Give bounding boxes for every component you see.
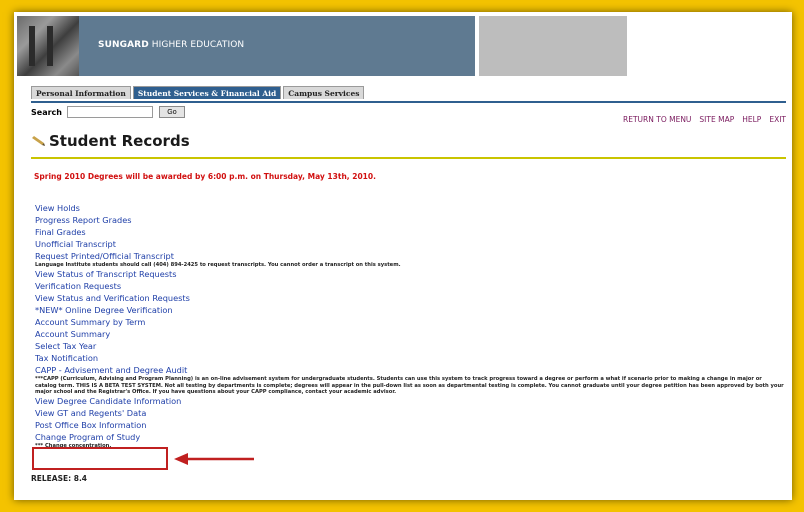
- help-link[interactable]: HELP: [742, 115, 761, 124]
- menu-item: Final Grades: [35, 226, 785, 238]
- menu-item: CAPP - Advisement and Degree Audit ***CA…: [35, 364, 785, 395]
- tab-student-services[interactable]: Student Services & Financial Aid: [132, 86, 282, 99]
- brand-logo-text: SUNGARD HIGHER EDUCATION: [98, 40, 244, 50]
- header-banner: [17, 16, 475, 76]
- view-verification-requests-link[interactable]: View Status and Verification Requests: [35, 292, 785, 304]
- go-button[interactable]: Go: [158, 106, 185, 118]
- search-input[interactable]: [66, 106, 153, 118]
- page-title: Student Records: [31, 132, 190, 150]
- tax-notification-link[interactable]: Tax Notification: [35, 352, 785, 364]
- degree-candidate-info-link[interactable]: View Degree Candidate Information: [35, 395, 785, 407]
- tab-divider: [31, 101, 786, 103]
- exit-link[interactable]: EXIT: [769, 115, 786, 124]
- return-to-menu-link[interactable]: RETURN TO MENU: [623, 115, 691, 124]
- gt-regents-data-link[interactable]: View GT and Regents' Data: [35, 407, 785, 419]
- annotation-arrow-icon: [174, 453, 254, 465]
- account-summary-link[interactable]: Account Summary: [35, 328, 785, 340]
- menu-item: View Status of Transcript Requests: [35, 268, 785, 280]
- header-banner-secondary: [479, 16, 627, 76]
- menu-item: View Holds: [35, 202, 785, 214]
- annotation-highlight-box: [32, 447, 168, 470]
- capp-description: ***CAPP (Curriculum, Advising and Progra…: [35, 376, 784, 395]
- final-grades-link[interactable]: Final Grades: [35, 226, 785, 238]
- menu-item: Verification Requests: [35, 280, 785, 292]
- menu-item: View Status and Verification Requests: [35, 292, 785, 304]
- menu-item: Select Tax Year: [35, 340, 785, 352]
- select-tax-year-link[interactable]: Select Tax Year: [35, 340, 785, 352]
- pencil-icon: [32, 136, 45, 146]
- online-degree-verification-link[interactable]: *NEW* Online Degree Verification: [35, 304, 785, 316]
- unofficial-transcript-link[interactable]: Unofficial Transcript: [35, 238, 785, 250]
- page-title-text: Student Records: [49, 132, 190, 150]
- account-summary-by-term-link[interactable]: Account Summary by Term: [35, 316, 785, 328]
- menu-item: Request Printed/Official Transcript Lang…: [35, 250, 785, 268]
- menu-item: View Degree Candidate Information: [35, 395, 785, 407]
- menu-item: View GT and Regents' Data: [35, 407, 785, 419]
- brand-subtitle: HIGHER EDUCATION: [148, 40, 245, 50]
- tab-campus-services[interactable]: Campus Services: [283, 86, 365, 99]
- verification-requests-link[interactable]: Verification Requests: [35, 280, 785, 292]
- view-holds-link[interactable]: View Holds: [35, 202, 785, 214]
- menu-item: Unofficial Transcript: [35, 238, 785, 250]
- menu-item: Account Summary: [35, 328, 785, 340]
- post-office-box-link[interactable]: Post Office Box Information: [35, 419, 785, 431]
- site-map-link[interactable]: SITE MAP: [699, 115, 734, 124]
- capp-advisement-link[interactable]: CAPP - Advisement and Degree Audit: [35, 364, 785, 376]
- progress-report-grades-link[interactable]: Progress Report Grades: [35, 214, 785, 226]
- student-records-menu: View Holds Progress Report Grades Final …: [35, 202, 785, 449]
- menu-item: Post Office Box Information: [35, 419, 785, 431]
- menu-item: Progress Report Grades: [35, 214, 785, 226]
- release-version: RELEASE: 8.4: [31, 474, 88, 483]
- tab-personal-information[interactable]: Personal Information: [31, 86, 131, 99]
- change-program-of-study-link[interactable]: Change Program of Study: [35, 431, 785, 443]
- banner-photo-image: [17, 16, 79, 76]
- search-label: Search: [31, 107, 62, 117]
- menu-item: Account Summary by Term: [35, 316, 785, 328]
- browser-page: SUNGARD HIGHER EDUCATION Personal Inform…: [14, 12, 792, 500]
- view-transcript-requests-link[interactable]: View Status of Transcript Requests: [35, 268, 785, 280]
- request-official-transcript-link[interactable]: Request Printed/Official Transcript: [35, 250, 785, 262]
- degree-notice: Spring 2010 Degrees will be awarded by 6…: [34, 172, 376, 181]
- menu-item: *NEW* Online Degree Verification: [35, 304, 785, 316]
- top-nav-links: RETURN TO MENU SITE MAP HELP EXIT: [623, 115, 786, 124]
- brand-name: SUNGARD: [98, 40, 149, 50]
- search-bar: Search Go: [31, 106, 185, 118]
- tab-bar: Personal Information Student Services & …: [31, 86, 365, 99]
- title-divider: [31, 157, 786, 159]
- menu-item: Tax Notification: [35, 352, 785, 364]
